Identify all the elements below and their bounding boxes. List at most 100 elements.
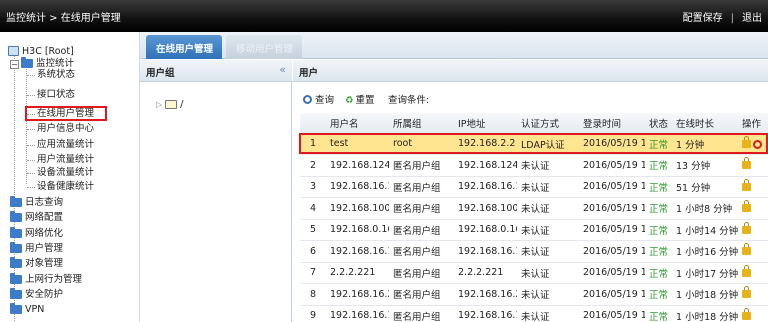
cell-auth: 未认证 (517, 305, 579, 322)
tab-online-users[interactable]: 在线用户管理 (146, 35, 222, 59)
group-tree-root[interactable]: ▷ / (156, 99, 184, 110)
tree-vpn[interactable]: VPN (10, 303, 45, 316)
cell-actions (738, 283, 768, 306)
cell-n: 2 (300, 154, 326, 177)
cell-auth: 未认证 (517, 154, 579, 177)
table-row[interactable]: 8192.168.16.20匿名用户组192.168.16.20未认证2016/… (300, 283, 768, 306)
tree-line (27, 173, 35, 174)
tree-item-user-traffic[interactable]: 用户流量统计 (37, 154, 94, 166)
tree-line (27, 187, 35, 188)
table-row[interactable]: 5192.168.0.168匿名用户组192.168.0.168未认证2016/… (300, 219, 768, 241)
cell-group: 匿名用户组 (389, 240, 454, 263)
cell-time: 2016/05/19 15 (579, 240, 645, 263)
computer-icon (8, 46, 19, 56)
tree-user-mgmt-label: 用户管理 (25, 243, 64, 254)
tree-item-device-health[interactable]: 设备健康统计 (37, 181, 94, 193)
cell-actions (738, 154, 768, 177)
cell-ip: 192.168.0.168 (454, 219, 517, 241)
tree-log-query-label: 日志查询 (25, 197, 64, 208)
cell-time: 2016/05/19 15 (579, 283, 645, 306)
cell-user: 192.168.100.1 (326, 197, 389, 220)
cell-group: 匿名用户组 (389, 262, 454, 284)
cell-dur: 1 小时14 分钟 (672, 219, 738, 241)
cell-n: 7 (300, 262, 326, 284)
cell-ip: 192.168.16.13 (454, 305, 517, 322)
table-row[interactable]: 1testroot192.168.2.2LDAP认证2016/05/19 16正… (300, 133, 768, 155)
tree-item-user-center[interactable]: 用户信息中心 (37, 123, 94, 135)
cell-status: 正常 (645, 219, 672, 241)
collapse-icon: − (10, 60, 19, 69)
cell-status: 正常 (645, 133, 672, 155)
column-header (300, 113, 326, 134)
column-header: 操作 (738, 113, 768, 134)
search-button[interactable]: 查询 (303, 92, 334, 106)
cell-group: 匿名用户组 (389, 176, 454, 198)
ban-icon[interactable] (753, 139, 762, 149)
cell-actions (738, 262, 768, 284)
tab-mobile-users[interactable]: 移动用户管理 (226, 35, 302, 59)
folder-icon (21, 57, 33, 68)
tree-root[interactable]: H3C [Root] (8, 46, 74, 58)
table-header-row: 用户名 所属组 IP地址 认证方式 登录时间 状态 在线时长 操作 (300, 113, 768, 134)
lock-icon[interactable] (742, 264, 751, 277)
tree-item-device-traffic[interactable]: 设备流量统计 (37, 167, 94, 179)
tree-object-mgmt[interactable]: 对象管理 (10, 257, 63, 270)
cell-auth: 未认证 (517, 197, 579, 220)
save-config-link[interactable]: 配置保存 (683, 13, 723, 24)
cell-group: 匿名用户组 (389, 283, 454, 306)
lock-icon[interactable] (742, 307, 751, 320)
cell-ip: 192.168.124.2 (454, 154, 517, 177)
tree-internet-behavior[interactable]: 上网行为管理 (10, 273, 82, 286)
lock-icon[interactable] (742, 157, 751, 170)
cell-auth: 未认证 (517, 262, 579, 284)
table-row[interactable]: 9192.168.16.13匿名用户组192.168.16.13未认证2016/… (300, 305, 768, 322)
tree-network-opt[interactable]: 网络优化 (10, 227, 64, 240)
tree-user-mgmt[interactable]: 用户管理 (10, 242, 64, 255)
tree-network-config[interactable]: 网络配置 (10, 211, 64, 224)
cell-status: 正常 (645, 176, 672, 198)
table-row[interactable]: 72.2.2.221匿名用户组2.2.2.221未认证2016/05/19 15… (300, 262, 768, 284)
lock-icon[interactable] (742, 221, 751, 234)
lock-icon[interactable] (742, 178, 751, 191)
table-row[interactable]: 3192.168.16.14匿名用户组192.168.16.14未认证2016/… (300, 176, 768, 198)
cell-n: 1 (300, 133, 326, 155)
folder-icon (10, 211, 22, 222)
logout-link[interactable]: 退出 (742, 13, 762, 24)
tree-network-opt-label: 网络优化 (25, 228, 64, 239)
table-body: 1testroot192.168.2.2LDAP认证2016/05/19 16正… (300, 133, 768, 322)
group-panel-body: ▷ / (140, 82, 292, 322)
cell-time: 2016/05/19 15 (579, 262, 645, 284)
column-header: 状态 (645, 113, 672, 134)
tree-item-app-traffic[interactable]: 应用流量统计 (37, 139, 94, 151)
lock-icon[interactable] (742, 135, 751, 148)
cell-time: 2016/05/19 15 (579, 219, 645, 241)
tree-network-config-label: 网络配置 (25, 212, 64, 223)
query-condition-label: 查询条件: (388, 95, 430, 106)
reset-button[interactable]: ♻ 重置 (345, 92, 375, 106)
tree-log-query[interactable]: 日志查询 (10, 196, 64, 209)
cell-dur: 1 小时17 分钟 (672, 262, 738, 284)
tree-item-system-status[interactable]: 系统状态 (37, 69, 75, 81)
lock-icon[interactable] (742, 200, 751, 213)
cell-time: 2016/05/19 16 (579, 154, 645, 177)
lock-icon[interactable] (742, 286, 751, 299)
tree-vpn-label: VPN (25, 304, 45, 315)
tree-security[interactable]: 安全防护 (10, 288, 63, 301)
user-panel-header: 用户 (293, 60, 768, 82)
table-row[interactable]: 2192.168.124.2匿名用户组192.168.124.2未认证2016/… (300, 154, 768, 177)
cell-user: test (326, 133, 389, 155)
tree-line (26, 67, 27, 184)
collapse-panel-button[interactable]: « (279, 63, 286, 76)
cell-ip: 192.168.100.1 (454, 197, 517, 220)
cell-status: 正常 (645, 154, 672, 177)
cell-group: 匿名用户组 (389, 219, 454, 241)
table-row[interactable]: 4192.168.100.1匿名用户组192.168.100.1未认证2016/… (300, 197, 768, 220)
tree-item-interface-status[interactable]: 接口状态 (37, 89, 75, 101)
user-panel-title: 用户 (299, 68, 319, 79)
cell-ip: 192.168.16.19 (454, 240, 517, 263)
table-row[interactable]: 6192.168.16.19匿名用户组192.168.16.19未认证2016/… (300, 240, 768, 263)
lock-icon[interactable] (742, 243, 751, 256)
cell-auth: 未认证 (517, 176, 579, 198)
tree-line (27, 129, 35, 130)
cell-user: 192.168.16.19 (326, 240, 389, 263)
